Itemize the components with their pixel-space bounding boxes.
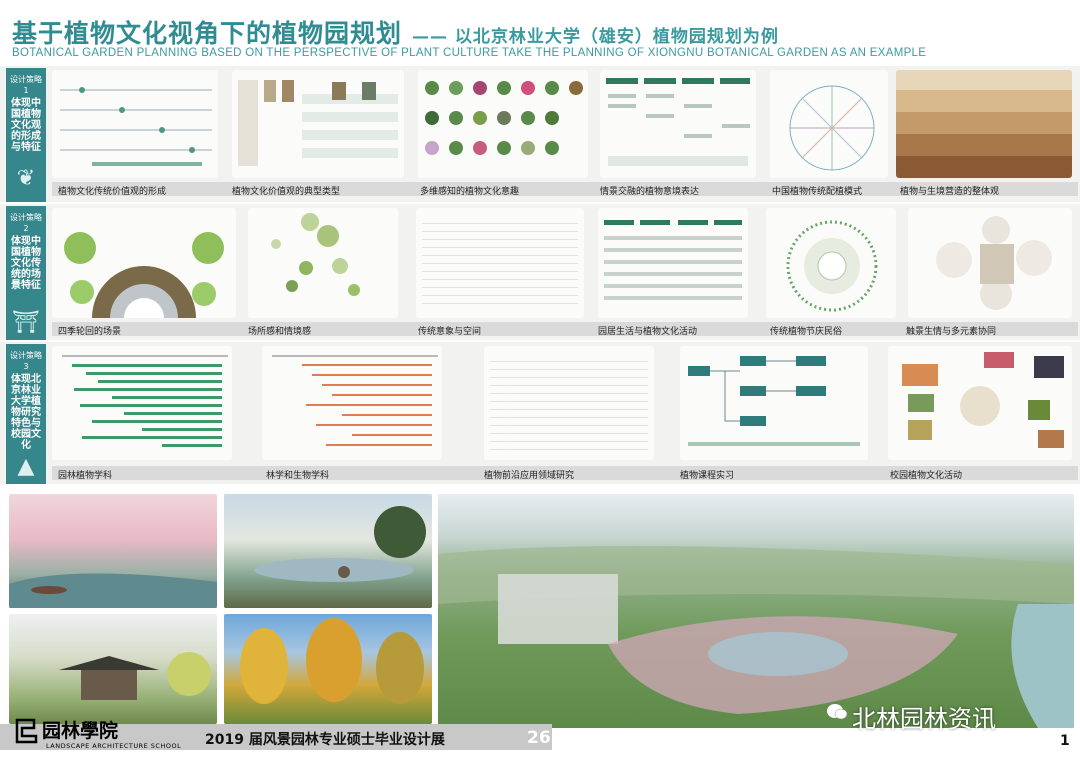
school-logo-subtext: LANDSCAPE ARCHITECTURE SCHOOL <box>46 742 182 750</box>
bamboo-icon: ❦ <box>16 166 36 191</box>
exhibition-title: 2019 届风景园林专业硕士毕业设计展 <box>205 732 445 748</box>
diagram-panel <box>262 346 442 460</box>
strategy-strip-2: 设计策略2 体现中国植物文化传统的场景特征 ⛩ <box>6 206 46 340</box>
cherry-blossom-render <box>9 494 217 608</box>
autumn-forest-render <box>224 614 432 724</box>
scene-diagram <box>606 78 750 166</box>
caption: 植物课程实习 <box>680 471 735 481</box>
caption: 植物文化价值观的典型类型 <box>232 187 341 197</box>
plant-icon-grid <box>425 81 583 155</box>
diagram-panel <box>766 208 896 318</box>
caption: 林学和生物学科 <box>266 471 330 481</box>
diagram-panel <box>52 208 236 318</box>
caption: 植物与生境营造的整体观 <box>900 187 1000 197</box>
lakeside-render <box>224 494 432 608</box>
caption: 多维感知的植物文化意趣 <box>420 187 520 197</box>
school-logo-text: 园林學院 <box>42 720 119 742</box>
caption: 传统意象与空间 <box>418 327 482 337</box>
diagram-panel <box>248 208 398 318</box>
festival-ring <box>786 220 878 312</box>
diagram-panel <box>896 70 1072 178</box>
season-wheel <box>64 232 224 318</box>
diagram-panel <box>418 70 588 178</box>
wechat-icon <box>826 702 848 722</box>
activity-table <box>604 220 742 300</box>
diagram-panel <box>600 70 756 178</box>
caption: 触景生情与多元素协同 <box>906 327 997 337</box>
strategy-label: 体现中国植物文化传统的场景特征 <box>11 236 41 291</box>
forestry-timeline <box>272 355 438 446</box>
diagram-panel <box>888 346 1072 460</box>
exhibition-number: 26 <box>527 728 551 748</box>
caption: 校园植物文化活动 <box>890 471 963 481</box>
page-title: 基于植物文化视角下的植物园规划 —— 以北京林业大学（雄安）植物园规划为例 <box>12 19 779 48</box>
watermark-text: 北林园林资讯 <box>852 705 996 733</box>
layered-section <box>896 70 1072 178</box>
caption: 植物文化传统价值观的形成 <box>58 187 167 197</box>
pavilion-render <box>9 614 217 724</box>
page-number: 1 <box>1060 733 1070 749</box>
diagram-panel <box>908 208 1072 318</box>
strategy-tag: 设计策略1 <box>10 75 42 95</box>
diagram-panel <box>770 70 888 178</box>
diagram-panel <box>680 346 868 460</box>
caption: 传统植物节庆民俗 <box>770 327 843 337</box>
diagram-panel <box>484 346 654 460</box>
caption: 情景交融的植物意境表达 <box>600 187 700 197</box>
diagram-panel <box>232 70 404 178</box>
campus-activity-collage <box>902 352 1064 448</box>
elements-diagram <box>936 216 1052 310</box>
school-logo-icon <box>14 716 40 746</box>
discipline-timeline <box>62 355 228 447</box>
strategy-strip-1: 设计策略1 体现中国植物文化观的形成与特征 ❦ <box>6 68 46 202</box>
diagram-panel <box>52 346 232 460</box>
caption: 四季轮回的场景 <box>58 327 122 337</box>
timeline-diagram <box>60 87 212 166</box>
caption: 植物前沿应用领域研究 <box>484 471 575 481</box>
caption: 园林植物学科 <box>58 471 113 481</box>
course-flow <box>688 356 860 446</box>
bubble-diagram <box>271 213 360 296</box>
strategy-label: 体现中国植物文化观的形成与特征 <box>11 98 41 153</box>
type-diagram <box>238 80 398 166</box>
strategy-label: 体现北京林业大学植物研究特色与校园文化 <box>11 374 41 451</box>
strategy-tag: 设计策略2 <box>10 213 42 233</box>
caption: 中国植物传统配植模式 <box>772 187 863 197</box>
page-title-sub: —— 以北京林业大学（雄安）植物园规划为例 <box>412 27 779 47</box>
radial-diagram <box>789 85 875 171</box>
diagram-panel <box>416 208 584 318</box>
pavilion-gate-icon: ⛩ <box>12 310 40 335</box>
strategy-tag: 设计策略3 <box>10 351 42 371</box>
masterplan-aerial-render <box>438 494 1074 728</box>
strategy-strip-3: 设计策略3 体现北京林业大学植物研究特色与校园文化 ▲ <box>6 344 46 484</box>
caption: 场所感和情境感 <box>248 327 312 337</box>
caption: 园居生活与植物文化活动 <box>598 327 698 337</box>
diagram-panel <box>598 208 748 318</box>
tree-icon: ▲ <box>17 454 35 479</box>
diagram-panel <box>52 70 218 178</box>
page-subtitle: BOTANICAL GARDEN PLANNING BASED ON THE P… <box>12 47 927 59</box>
